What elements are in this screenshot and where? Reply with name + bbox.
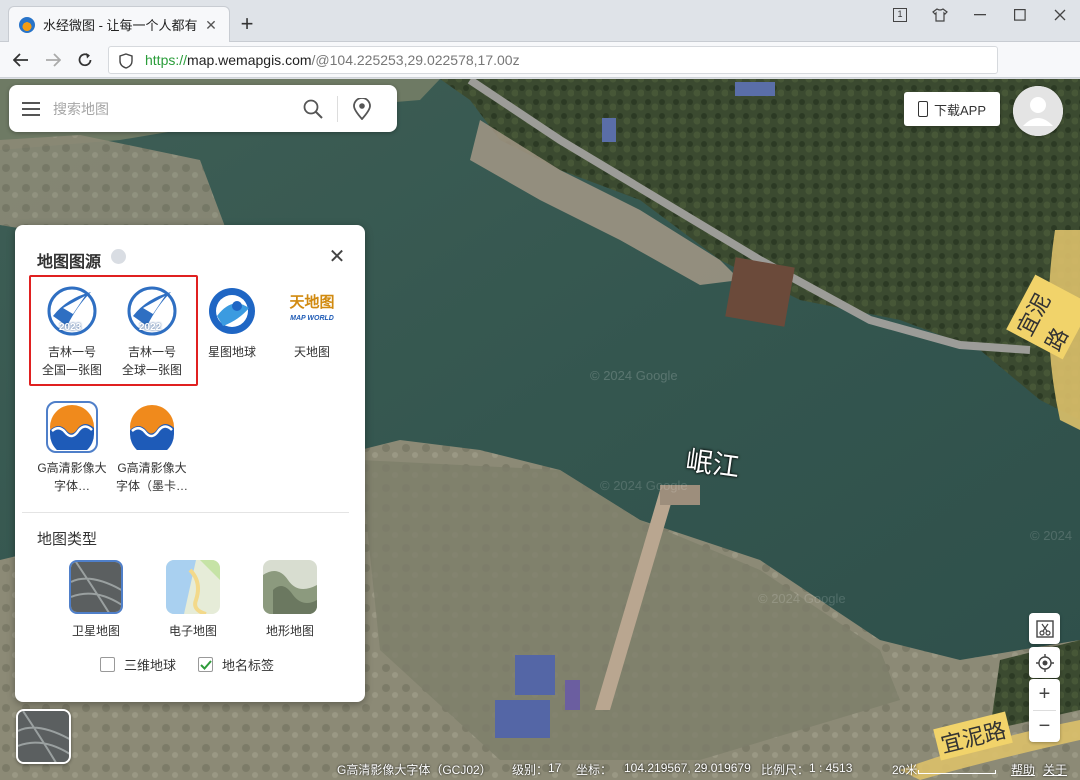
layer-name: G高清影像大字体（GCJ02） (337, 763, 492, 777)
reload-button[interactable] (72, 48, 98, 72)
map-type-label: 电子地图 (168, 624, 217, 638)
panel-title: 地图图源 (37, 254, 102, 271)
locate-control[interactable] (1029, 647, 1060, 678)
checkbox-3d-globe[interactable]: 三维地球 (100, 655, 176, 674)
level-value: 17 (548, 761, 562, 775)
checkbox-label: 地名标签 (222, 658, 275, 673)
scale-bar (918, 770, 996, 774)
svg-text:© 2024 Google: © 2024 Google (590, 368, 678, 383)
about-link[interactable]: 关于 (1043, 761, 1067, 778)
map-type-satellite[interactable]: 卫星地图 (61, 560, 131, 639)
new-tab-button[interactable]: + (234, 12, 260, 38)
map-type-terrain[interactable]: 地形地图 (255, 560, 325, 639)
tianditu-logo-sub: MAP WORLD (290, 315, 334, 322)
location-pin-icon[interactable] (342, 85, 382, 132)
geovis-earth-icon (206, 285, 258, 337)
source-label: G高清影像大字体… (37, 461, 107, 493)
window-close-button[interactable] (1040, 0, 1080, 30)
url-field[interactable]: https://map.wemapgis.com/@104.225253,29.… (108, 46, 998, 74)
shield-icon (119, 53, 133, 72)
tianditu-logo-text: 天地图 (289, 293, 335, 311)
svg-text:© 2024: © 2024 (1030, 528, 1072, 543)
checkbox-box[interactable] (198, 657, 213, 672)
search-input[interactable] (53, 93, 293, 124)
zoom-in-button[interactable]: + (1029, 679, 1060, 710)
tab-title: 水经微图 - 让每一个人都有自 (43, 18, 197, 33)
scale-bar-label: 20米 (892, 763, 918, 777)
back-button[interactable] (8, 48, 34, 72)
help-link[interactable]: 帮助 (1011, 761, 1035, 778)
tab-close-icon[interactable]: ✕ (203, 17, 219, 33)
source-label: 吉林一号 全国一张图 (41, 345, 102, 377)
source-year-2023: 2023 (59, 322, 82, 333)
coord-label: 坐标： (576, 763, 613, 777)
checkbox-place-labels[interactable]: 地名标签 (198, 655, 274, 674)
svg-text:© 2024 Google: © 2024 Google (600, 478, 688, 493)
source-geovis-earth[interactable]: 星图地球 (193, 285, 271, 361)
map-type-label: 地形地图 (265, 624, 314, 638)
phone-icon (917, 101, 928, 117)
shuijing-logo-icon (126, 401, 178, 453)
river-label: 岷江 (683, 445, 742, 484)
address-toolbar: https://map.wemapgis.com/@104.225253,29.… (0, 42, 1080, 109)
coord-value: 104.219567, 29.019679 (624, 761, 751, 775)
zoom-out-button[interactable]: − (1029, 711, 1060, 742)
url-path: /@104.225253,29.022578,17.00z (311, 52, 520, 68)
forward-button[interactable] (40, 48, 66, 72)
layer-switch-thumbnail[interactable] (16, 709, 71, 764)
avatar[interactable] (1013, 86, 1063, 136)
search-divider (337, 95, 338, 122)
source-tianditu[interactable]: 天地图 MAP WORLD 天地图 (273, 285, 351, 361)
checkbox-label: 三维地球 (124, 658, 177, 673)
electronic-map-thumb (166, 560, 220, 614)
map-status-bar: G高清影像大字体（GCJ02） 级别： 17 坐标： 104.219567, 2… (0, 757, 1080, 780)
tab-counter: 1 (893, 8, 907, 22)
map-type-electronic[interactable]: 电子地图 (158, 560, 228, 639)
screenshot-scissors-icon[interactable] (1029, 613, 1060, 644)
locate-crosshair-icon[interactable] (1029, 647, 1060, 678)
source-label: 天地图 (293, 345, 330, 359)
download-app-label: 下载APP (933, 102, 986, 118)
tianditu-logo-icon: 天地图 MAP WORLD (286, 285, 338, 337)
source-label: G高清影像大字体（墨卡… (115, 461, 188, 493)
url-host: map.wemapgis.com (187, 52, 312, 68)
level-label: 级别： (512, 763, 549, 777)
terrain-map-thumb (263, 560, 317, 614)
checkmark-icon (199, 659, 212, 670)
satellite-thumb (69, 560, 123, 614)
checkbox-box[interactable] (100, 657, 115, 672)
site-favicon-icon (19, 16, 35, 33)
map-type-label: 卫星地图 (71, 624, 120, 638)
menu-icon[interactable] (9, 85, 53, 132)
map-type-title: 地图类型 (37, 531, 98, 548)
map-search-box (9, 85, 397, 132)
source-jilin-global[interactable]: 2022 吉林一号 全球一张图 (113, 285, 191, 379)
screenshot-tool[interactable] (1029, 613, 1060, 644)
search-icon[interactable] (293, 85, 333, 132)
source-label: 星图地球 (207, 345, 256, 359)
minimize-button[interactable] (960, 0, 1000, 30)
url-scheme: https:// (145, 52, 188, 68)
scale-value: 1 : 4513 (809, 761, 853, 775)
globe-icon (111, 249, 126, 264)
panel-close-icon[interactable]: ✕ (327, 247, 347, 267)
tab-counter-button[interactable]: 1 (880, 0, 920, 30)
shuijing-logo-icon (46, 401, 98, 453)
source-g-hd-large-font[interactable]: G高清影像大字体… (33, 401, 111, 495)
browser-tab[interactable]: 水经微图 - 让每一个人都有自 ✕ (8, 6, 230, 42)
browser-tab-bar: 水经微图 - 让每一个人都有自 ✕ + 1 (0, 0, 1080, 42)
source-label: 吉林一号 全球一张图 (121, 345, 182, 377)
source-jilin-national[interactable]: 2023 吉林一号 全国一张图 (33, 285, 111, 379)
source-year-2022: 2022 (139, 322, 162, 333)
user-icon (1013, 86, 1063, 136)
source-g-hd-large-font-mercator[interactable]: G高清影像大字体（墨卡… (113, 401, 191, 495)
panel-divider (22, 512, 349, 513)
scale-label: 比例尺： (761, 763, 810, 777)
shirt-skin-icon[interactable] (920, 0, 960, 30)
svg-text:© 2024 Google: © 2024 Google (758, 591, 846, 606)
maximize-button[interactable] (1000, 0, 1040, 30)
zoom-control: + − (1029, 679, 1060, 742)
download-app-button[interactable]: 下载APP (904, 92, 1000, 126)
